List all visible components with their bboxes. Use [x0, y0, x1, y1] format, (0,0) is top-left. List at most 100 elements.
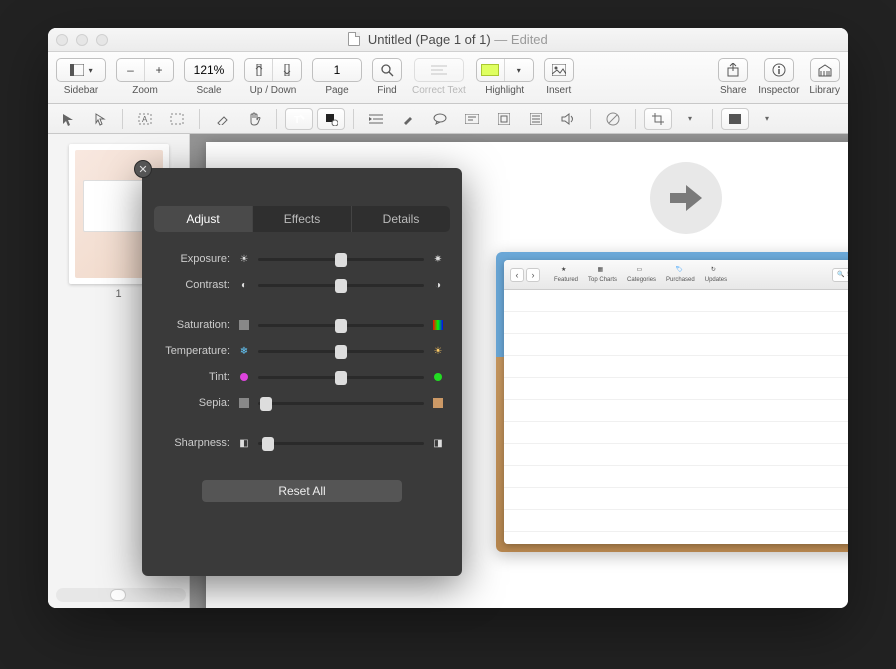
page-up-button[interactable] — [245, 59, 273, 81]
tab-icon: ▭ — [637, 266, 647, 276]
app-row: UPDATE — [504, 312, 848, 334]
zoom-in-button[interactable]: + — [145, 59, 173, 81]
sound-tool[interactable] — [554, 108, 582, 130]
select-area-tool[interactable] — [163, 108, 191, 130]
indent-tool[interactable] — [362, 108, 390, 130]
zoom-label: Zoom — [132, 85, 158, 96]
tab-label: Categories — [627, 277, 656, 283]
scrollbar-thumb[interactable] — [110, 589, 126, 601]
highlight-swatch-icon — [481, 64, 499, 76]
remove-highlight-tool[interactable] — [317, 108, 345, 130]
close-panel-button[interactable]: ✕ — [134, 160, 152, 178]
app-row: DOWNLOAD — [504, 488, 848, 510]
exposure-label: Exposure: — [160, 253, 230, 265]
redact-tool[interactable] — [721, 108, 749, 130]
find-button[interactable] — [373, 59, 401, 81]
appstore-list: OPENUPDATEUPDATEUPDATEUPDATEINSTALLINSTA… — [504, 290, 848, 544]
contrast-high-icon: ◑ — [432, 279, 444, 291]
comment-tool[interactable] — [426, 108, 454, 130]
sidebar-button[interactable]: ▾ — [56, 58, 106, 82]
highlight-button[interactable] — [477, 59, 505, 81]
exposure-slider[interactable] — [258, 258, 424, 261]
saturation-slider[interactable] — [258, 324, 424, 327]
updown-label: Up / Down — [250, 85, 297, 96]
reset-all-button[interactable]: Reset All — [202, 480, 402, 502]
form-text-tool[interactable] — [458, 108, 486, 130]
tint-slider-row: Tint: — [160, 364, 444, 390]
page-down-button[interactable] — [273, 59, 301, 81]
scale-label: Scale — [196, 85, 221, 96]
saturation-label: Saturation: — [160, 319, 230, 331]
appstore-tab: 🏷Purchased — [666, 266, 695, 283]
close-window-button[interactable] — [56, 34, 68, 46]
share-group: Share — [718, 58, 748, 96]
prohibit-tool[interactable] — [599, 108, 627, 130]
redact-menu[interactable]: ▾ — [753, 108, 781, 130]
zoom-window-button[interactable] — [96, 34, 108, 46]
share-button[interactable] — [719, 59, 747, 81]
insert-button[interactable] — [545, 59, 573, 81]
app-row: UPDATE — [504, 378, 848, 400]
updown-group: Up / Down — [244, 58, 302, 96]
search-icon: 🔍 — [837, 271, 844, 278]
page-label: Page — [325, 85, 348, 96]
text-tool[interactable]: A — [131, 108, 159, 130]
app-row: UPDATE — [504, 510, 848, 532]
saturation-slider-row: Saturation: — [160, 312, 444, 338]
text-select-tool[interactable] — [86, 108, 114, 130]
appstore-toolbar: ‹ › ★Featured▦Top Charts▭Categories🏷Purc… — [504, 260, 848, 290]
green-icon — [432, 371, 444, 383]
arrow-down-icon — [279, 62, 295, 78]
horizontal-scrollbar[interactable] — [56, 588, 186, 602]
sepia-on-icon — [432, 397, 444, 409]
tab-adjust[interactable]: Adjust — [154, 206, 253, 232]
zoom-out-button[interactable]: – — [117, 59, 145, 81]
page-input[interactable] — [315, 63, 359, 77]
appstore-search: 🔍Search — [832, 268, 848, 282]
insert-image-icon — [551, 62, 567, 78]
highlight-text-tool[interactable]: T — [285, 108, 313, 130]
tab-icon: ★ — [561, 266, 571, 276]
tab-details[interactable]: Details — [352, 206, 450, 232]
correct-text-button — [415, 59, 463, 81]
app-row: OPEN — [504, 290, 848, 312]
annotation-toolbar: A T ▾ ▾ — [48, 104, 848, 134]
appstore-tab: ↻Updates — [705, 266, 727, 283]
library-button[interactable] — [811, 59, 839, 81]
tab-label: Purchased — [666, 277, 695, 283]
form-checkbox-tool[interactable] — [490, 108, 518, 130]
gray-swatch-icon — [238, 319, 250, 331]
inspector-button[interactable] — [765, 59, 793, 81]
hand-tool[interactable] — [240, 108, 268, 130]
crop-tool[interactable] — [644, 108, 672, 130]
tab-icon: ↻ — [711, 266, 721, 276]
svg-text:T: T — [294, 115, 300, 126]
crop-menu[interactable]: ▾ — [676, 108, 704, 130]
scale-group: Scale — [184, 58, 234, 96]
sepia-off-icon — [238, 397, 250, 409]
inspector-group: Inspector — [758, 58, 799, 96]
library-group: Library — [809, 58, 840, 96]
tab-effects[interactable]: Effects — [253, 206, 352, 232]
sun-bright-icon: ✷ — [432, 253, 444, 265]
eraser-tool[interactable] — [208, 108, 236, 130]
form-list-tool[interactable] — [522, 108, 550, 130]
tint-slider[interactable] — [258, 376, 424, 379]
exposure-slider-row: Exposure: ☀ ✷ — [160, 246, 444, 272]
magenta-icon — [238, 371, 250, 383]
appstore-tab: ▭Categories — [627, 266, 656, 283]
marker-tool[interactable] — [394, 108, 422, 130]
minimize-window-button[interactable] — [76, 34, 88, 46]
find-label: Find — [377, 85, 396, 96]
contrast-slider[interactable] — [258, 284, 424, 287]
cool-icon: ❄ — [238, 345, 250, 357]
scale-input[interactable] — [187, 63, 231, 77]
sepia-slider[interactable] — [258, 402, 424, 405]
highlight-menu-button[interactable]: ▾ — [505, 59, 533, 81]
library-label: Library — [809, 85, 840, 96]
window-title: Untitled (Page 1 of 1) — Edited — [48, 32, 848, 47]
app-row: INSTALL — [504, 422, 848, 444]
edit-tool[interactable] — [54, 108, 82, 130]
sharpness-slider[interactable] — [258, 442, 424, 445]
temperature-slider[interactable] — [258, 350, 424, 353]
